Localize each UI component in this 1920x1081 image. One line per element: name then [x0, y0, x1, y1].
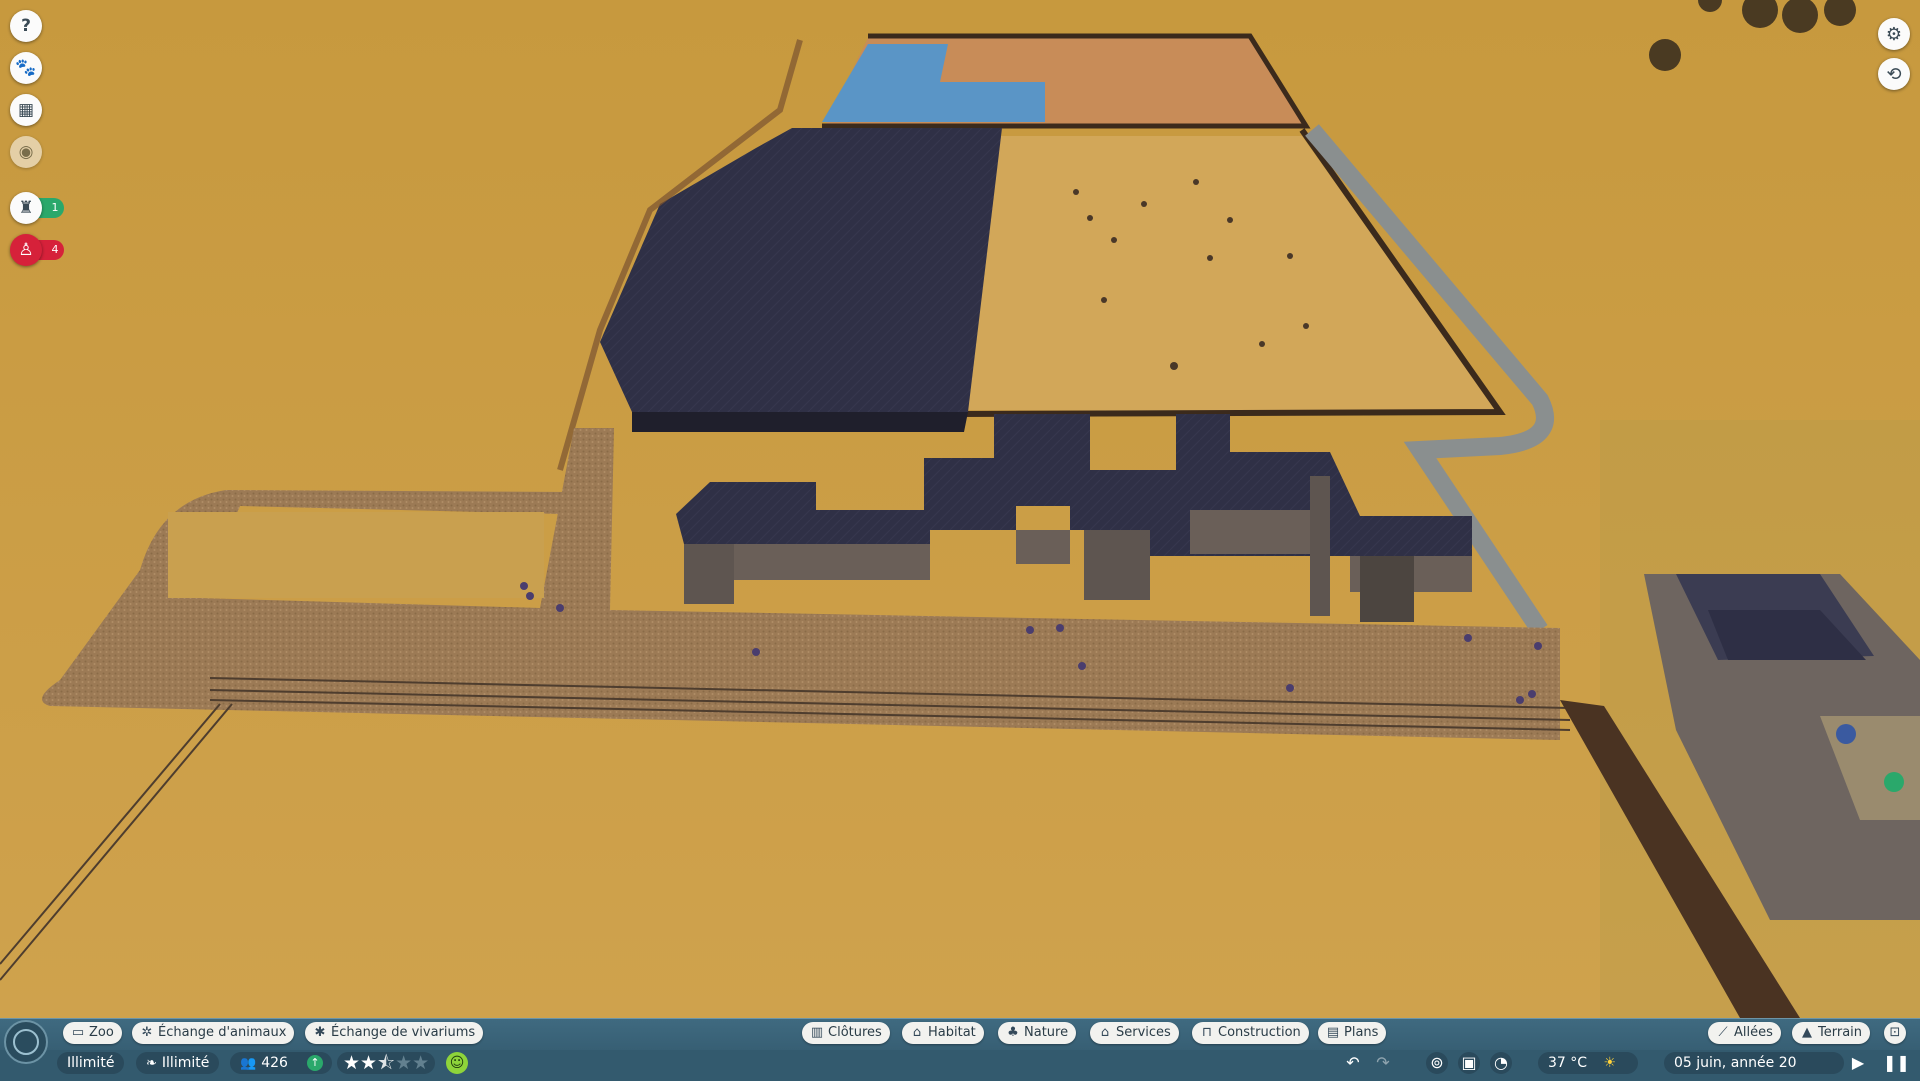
rating-star-5-icon: ★ — [412, 1052, 430, 1074]
time-lapse-button[interactable]: ◔ — [1490, 1052, 1512, 1074]
guest-trend-up-icon: ↑ — [307, 1055, 323, 1071]
tab-terrain[interactable]: ▲ Terrain — [1792, 1022, 1871, 1044]
zoo-sign-icon: ▭ — [71, 1025, 85, 1040]
tab-paths[interactable]: ⟋ Allées — [1708, 1022, 1781, 1044]
camera-icon: ⟲ — [1886, 63, 1902, 85]
date-display: 05 juin, année 20 — [1664, 1052, 1844, 1074]
tab-fences[interactable]: ▥ Clôtures — [802, 1022, 890, 1044]
staff-icon: ♜ — [18, 198, 34, 218]
tab-vivarium-exchange[interactable]: ✱ Échange de vivariums — [305, 1022, 484, 1044]
rating-star-3-half-icon: ⯪ — [377, 1052, 396, 1074]
paw-icon: ✲ — [141, 1025, 153, 1040]
leaf-icon: ❧ — [146, 1056, 157, 1071]
tab-plans[interactable]: ▤ Plans — [1318, 1022, 1387, 1044]
paw-icon: 🐾 — [15, 58, 37, 78]
path-icon: ⟋ — [1718, 1025, 1728, 1040]
undo-button[interactable]: ↶ — [1342, 1052, 1364, 1074]
sun-icon: ☀ — [1603, 1055, 1617, 1071]
eye-icon: ◉ — [18, 142, 34, 162]
game-viewport[interactable] — [0, 0, 1920, 1018]
construction-icon: ⊓ — [1201, 1025, 1213, 1040]
tab-zoo[interactable]: ▭ Zoo — [63, 1022, 122, 1044]
collapse-toolbar-button[interactable]: ⊡ — [1884, 1022, 1906, 1044]
visibility-button[interactable]: ◉ — [10, 136, 42, 168]
photo-mode-button[interactable]: ▣ — [1458, 1052, 1480, 1074]
bug-icon: ✱ — [314, 1025, 326, 1040]
blueprint-icon: ▤ — [1326, 1025, 1340, 1040]
guest-alert-button[interactable]: ♙ — [10, 234, 42, 266]
money-display: Illimité — [57, 1052, 125, 1074]
person-icon: ♙ — [18, 240, 34, 260]
habitat-icon: ⌂ — [912, 1025, 922, 1040]
main-menu-button[interactable] — [4, 1020, 48, 1064]
rating-star-4-icon: ★ — [395, 1052, 413, 1074]
pause-button[interactable]: ❚❚ — [1883, 1052, 1910, 1074]
tab-animal-exchange[interactable]: ✲ Échange d'animaux — [132, 1022, 295, 1044]
mountain-icon: ▲ — [1802, 1025, 1812, 1040]
menu-ring-icon — [13, 1029, 39, 1055]
redo-button[interactable]: ↷ — [1372, 1052, 1394, 1074]
tab-construction[interactable]: ⊓ Construction — [1192, 1022, 1309, 1044]
staff-button[interactable]: ♜ — [10, 192, 42, 224]
camera-button[interactable]: ⟲ — [1878, 58, 1910, 90]
research-display: ❧ Illimité — [136, 1052, 220, 1074]
temperature-display: 37 °C ☀ — [1538, 1052, 1638, 1074]
tab-nature[interactable]: ♣ Nature — [998, 1022, 1077, 1044]
tab-services[interactable]: ⌂ Services — [1090, 1022, 1179, 1044]
shop-icon: ⌂ — [1100, 1025, 1110, 1040]
fence-icon: ▥ — [810, 1025, 824, 1040]
rating-star-2-icon: ★ — [360, 1052, 378, 1074]
settings-button[interactable]: ⚙ — [1878, 18, 1910, 50]
mood-happy-icon[interactable]: ☺ — [446, 1052, 468, 1074]
question-mark-icon: ? — [21, 16, 31, 36]
zoo-rating: ★★⯪★★ — [337, 1052, 436, 1074]
guests-icon: 👥 — [240, 1056, 257, 1071]
calendar-icon: ▦ — [17, 100, 35, 120]
animals-button[interactable]: 🐾 — [10, 52, 42, 84]
tree-icon: ♣ — [1007, 1025, 1019, 1040]
camera-mode-button[interactable]: ⊚ — [1426, 1052, 1448, 1074]
tab-habitat[interactable]: ⌂ Habitat — [902, 1022, 984, 1044]
guest-alert-count: 4 — [51, 243, 59, 256]
gear-icon: ⚙ — [1885, 23, 1903, 45]
expand-icon: ⊡ — [1889, 1025, 1901, 1040]
play-button[interactable]: ▶ — [1847, 1052, 1869, 1074]
calendar-button[interactable]: ▦ — [10, 94, 42, 126]
help-button[interactable]: ? — [10, 10, 42, 42]
staff-count: 1 — [51, 201, 59, 214]
rating-star-1-icon: ★ — [343, 1052, 361, 1074]
